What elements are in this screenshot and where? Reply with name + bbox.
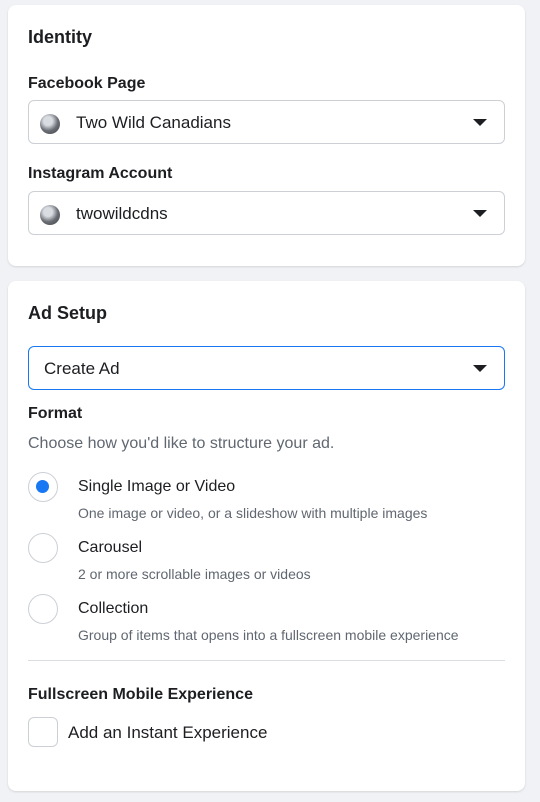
caret-down-icon [473, 365, 487, 372]
section-divider [28, 660, 505, 661]
option-single-image-or-video-description: One image or video, or a slideshow with … [78, 505, 428, 521]
format-label: Format [28, 405, 83, 422]
facebook-page-select[interactable]: Two Wild Canadians [28, 100, 505, 144]
instagram-account-avatar [40, 205, 60, 225]
radio-carousel[interactable] [28, 533, 58, 563]
identity-card: Identity Facebook Page Two Wild Canadian… [8, 5, 525, 266]
option-collection-description: Group of items that opens into a fullscr… [78, 627, 459, 643]
instagram-account-value: twowildcdns [76, 204, 168, 223]
ad-setup-title: Ad Setup [28, 303, 107, 323]
radio-collection[interactable] [28, 594, 58, 624]
format-helper-text: Choose how you'd like to structure your … [28, 435, 335, 452]
caret-down-icon [473, 119, 487, 126]
facebook-page-label: Facebook Page [28, 75, 146, 92]
facebook-page-value: Two Wild Canadians [76, 113, 231, 132]
ad-setup-card: Ad Setup Create Ad Format Choose how you… [8, 281, 525, 791]
facebook-page-avatar [40, 114, 60, 134]
instant-experience-checkbox[interactable] [28, 717, 58, 747]
instagram-account-label: Instagram Account [28, 165, 173, 182]
instant-experience-label[interactable]: Add an Instant Experience [68, 723, 267, 743]
ad-setup-select[interactable]: Create Ad [28, 346, 505, 390]
ad-setup-select-value: Create Ad [44, 359, 120, 378]
option-single-image-or-video-title[interactable]: Single Image or Video [78, 478, 235, 496]
fullscreen-experience-label: Fullscreen Mobile Experience [28, 686, 253, 703]
option-carousel-description: 2 or more scrollable images or videos [78, 566, 311, 582]
option-carousel-title[interactable]: Carousel [78, 539, 142, 557]
option-collection-title[interactable]: Collection [78, 600, 148, 618]
radio-single-image-or-video[interactable] [28, 472, 58, 502]
identity-title: Identity [28, 27, 93, 47]
caret-down-icon [473, 210, 487, 217]
instagram-account-select[interactable]: twowildcdns [28, 191, 505, 235]
